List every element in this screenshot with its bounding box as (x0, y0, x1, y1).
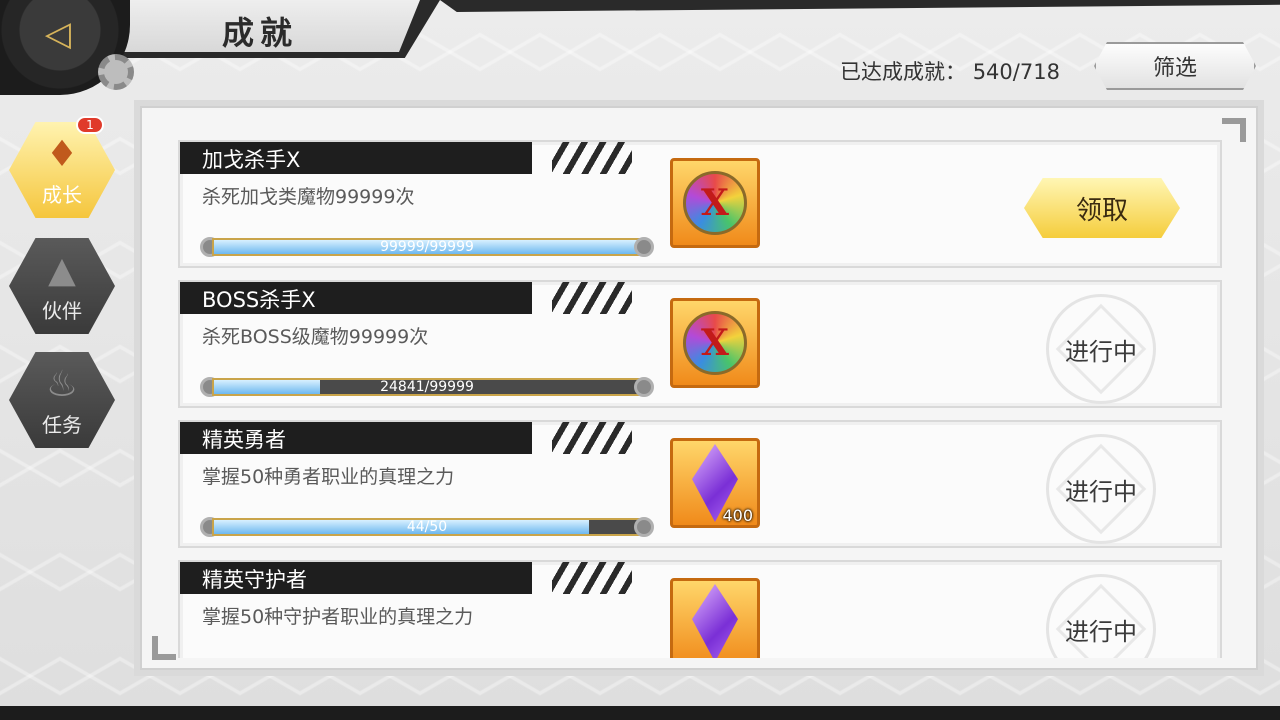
status-emblem: 进行中 (1046, 294, 1156, 404)
status-text: 进行中 (1065, 337, 1137, 366)
quest-book-icon: ♨ (45, 364, 79, 405)
bottom-edge-decoration (0, 706, 1280, 720)
status-text: 进行中 (1065, 477, 1137, 506)
stripe-decoration (552, 142, 632, 174)
status-emblem: 进行中 (1046, 434, 1156, 544)
notification-badge: 1 (76, 116, 104, 134)
achievement-card: BOSS杀手X 杀死BOSS级魔物99999次 24841/99999 X 进行… (178, 280, 1222, 408)
progress-bar: 44/50 (200, 514, 654, 540)
page-title: 成就 (222, 14, 299, 52)
claim-label: 领取 (1075, 195, 1128, 226)
status-text: 进行中 (1065, 617, 1137, 646)
status-emblem: 进行中 (1046, 574, 1156, 658)
progress-bar: 99999/99999 (200, 234, 654, 260)
achievement-desc: 掌握50种勇者职业的真理之力 (202, 466, 455, 488)
achievement-list[interactable]: 加戈杀手X 杀死加戈类魔物99999次 99999/99999 X 领取 BOS… (152, 118, 1246, 658)
progress-bar: 24841/99999 (200, 374, 654, 400)
back-arrow-icon: ◁ (44, 14, 72, 54)
progress-cap-right (634, 377, 654, 397)
tab-label: 伙伴 (42, 299, 82, 323)
reward-count: 400 (722, 506, 753, 525)
progress-track: 24841/99999 (212, 378, 642, 396)
achievement-title: BOSS杀手X (202, 288, 316, 312)
progress-track: 99999/99999 (212, 238, 642, 256)
achieved-value: 540/718 (972, 60, 1060, 84)
tab-label: 任务 (42, 413, 82, 437)
tab-label: 成长 (42, 183, 82, 207)
achievement-title: 加戈杀手X (202, 148, 301, 172)
panel-corner-decoration (1222, 118, 1246, 142)
progress-track: 44/50 (212, 518, 642, 536)
rainbow-coin-icon: X (683, 311, 747, 375)
achieved-label: 已达成成就： (840, 60, 966, 84)
rainbow-coin-icon: X (683, 171, 747, 235)
progress-cap-right (634, 517, 654, 537)
header: 成就 (0, 0, 1280, 58)
progress-text: 44/50 (406, 519, 448, 535)
reward-item[interactable]: X (670, 298, 760, 388)
stripe-decoration (552, 282, 632, 314)
partner-silhouette-icon: ▲ (48, 250, 76, 291)
achievement-desc: 掌握50种守护者职业的真理之力 (202, 606, 474, 628)
stripe-decoration (552, 422, 632, 454)
panel-corner-decoration (152, 636, 176, 660)
filter-button[interactable]: 筛选 (1094, 42, 1256, 90)
achievement-card: 精英勇者 掌握50种勇者职业的真理之力 44/50 400 进行中 (178, 420, 1222, 548)
achievement-title: 精英守护者 (202, 568, 307, 592)
progress-text: 24841/99999 (380, 379, 474, 395)
reward-item[interactable]: X (670, 158, 760, 248)
achieved-count: 已达成成就： 540/718 (840, 56, 1060, 86)
achievement-desc: 杀死BOSS级魔物99999次 (202, 326, 429, 348)
stripe-decoration (552, 562, 632, 594)
reward-item[interactable]: 400 (670, 438, 760, 528)
progress-cap-right (634, 237, 654, 257)
top-edge-decoration (440, 0, 1280, 12)
achievement-title: 精英勇者 (202, 428, 286, 452)
gear-icon (98, 54, 134, 90)
hooded-figure-icon: ♦ (45, 134, 79, 175)
achievement-card: 加戈杀手X 杀死加戈类魔物99999次 99999/99999 X 领取 (178, 140, 1222, 268)
achievement-desc: 杀死加戈类魔物99999次 (202, 186, 415, 208)
purple-crystal-icon (692, 584, 738, 658)
progress-text: 99999/99999 (380, 239, 474, 255)
claim-button[interactable]: 领取 (1024, 178, 1180, 238)
reward-item[interactable] (670, 578, 760, 658)
filter-label: 筛选 (1152, 56, 1197, 81)
achievement-card: 精英守护者 掌握50种守护者职业的真理之力 进行中 (178, 560, 1222, 658)
